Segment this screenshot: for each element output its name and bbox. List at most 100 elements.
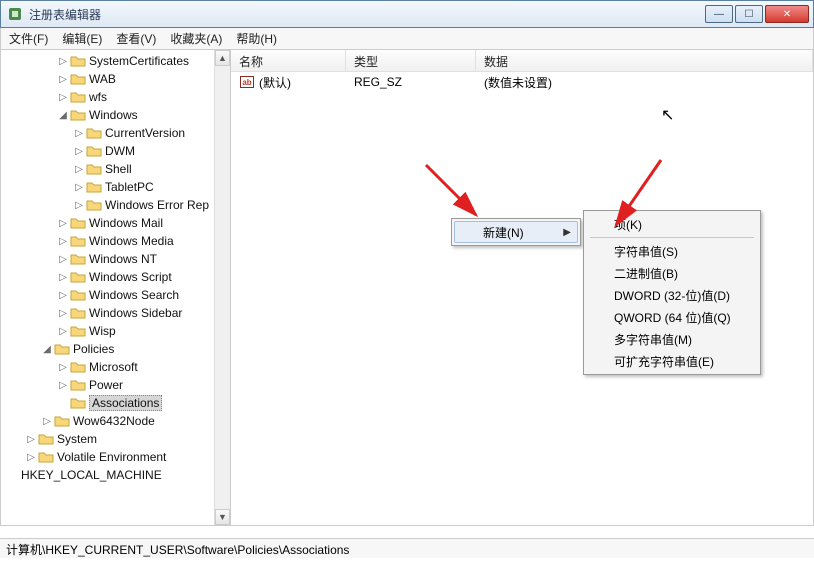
expand-icon[interactable]: ▷: [73, 128, 85, 139]
tree-node[interactable]: HKEY_LOCAL_MACHINE: [3, 466, 230, 484]
menu-item-new[interactable]: 新建(N) ▶: [454, 221, 578, 243]
column-headers: 名称 类型 数据: [231, 50, 813, 72]
tree-node[interactable]: Associations: [3, 394, 230, 412]
string-value-icon: ab: [239, 75, 255, 89]
expand-icon[interactable]: ▷: [57, 272, 69, 283]
tree-node[interactable]: ▷CurrentVersion: [3, 124, 230, 142]
expand-icon[interactable]: ▷: [57, 308, 69, 319]
tree-label: TabletPC: [105, 180, 154, 194]
tree-node[interactable]: ▷Windows Search: [3, 286, 230, 304]
tree-node[interactable]: ▷Windows Error Rep: [3, 196, 230, 214]
folder-icon: [70, 360, 86, 374]
folder-icon: [70, 378, 86, 392]
list-pane: 名称 类型 数据 ab (默认) REG_SZ (数值未设置) 新建(N) ▶ …: [231, 50, 813, 525]
folder-icon: [70, 288, 86, 302]
row-name: (默认): [259, 74, 291, 91]
context-menu: 新建(N) ▶: [451, 218, 581, 246]
menu-item-expand[interactable]: 可扩充字符串值(E): [586, 350, 758, 372]
menu-item-qword[interactable]: QWORD (64 位)值(Q): [586, 306, 758, 328]
menu-file[interactable]: 文件(F): [9, 30, 48, 47]
folder-icon: [54, 414, 70, 428]
submenu-arrow-icon: ▶: [563, 227, 571, 238]
expand-icon[interactable]: ▷: [41, 416, 53, 427]
tree-node[interactable]: ▷ wfs: [3, 88, 230, 106]
tree-node[interactable]: ▷SystemCertificates: [3, 52, 230, 70]
menu-item-string[interactable]: 字符串值(S): [586, 240, 758, 262]
expand-icon[interactable]: ▷: [73, 182, 85, 193]
menu-item-multi[interactable]: 多字符串值(M): [586, 328, 758, 350]
tree-scrollbar[interactable]: ▲ ▼: [214, 50, 230, 525]
menu-item-dword[interactable]: DWORD (32-位)值(D): [586, 284, 758, 306]
list-row[interactable]: ab (默认) REG_SZ (数值未设置): [231, 72, 813, 92]
main-area: ▷SystemCertificates▷WAB▷wfs◢Windows▷Curr…: [0, 50, 814, 526]
minimize-button[interactable]: —: [705, 5, 733, 23]
tree-label: Volatile Environment: [57, 450, 166, 464]
close-button[interactable]: ✕: [765, 5, 809, 23]
folder-icon: [70, 270, 86, 284]
folder-icon: [70, 72, 86, 86]
tree-node[interactable]: ◢ Policies: [3, 340, 230, 358]
tree-node[interactable]: ▷ Volatile Environment: [3, 448, 230, 466]
tree-node[interactable]: ▷Windows Sidebar: [3, 304, 230, 322]
expand-icon[interactable]: ▷: [57, 236, 69, 247]
menu-favorites[interactable]: 收藏夹(A): [170, 30, 222, 47]
tree-node[interactable]: ▷Windows Media: [3, 232, 230, 250]
app-icon: [7, 6, 23, 22]
maximize-button[interactable]: ☐: [735, 5, 763, 23]
col-type[interactable]: 类型: [346, 50, 476, 71]
expand-icon[interactable]: ▷: [57, 56, 69, 67]
menu-item-binary[interactable]: 二进制值(B): [586, 262, 758, 284]
expand-icon[interactable]: ▷: [57, 92, 69, 103]
tree-node[interactable]: ▷Windows Mail: [3, 214, 230, 232]
expand-icon[interactable]: ▷: [25, 434, 37, 445]
col-name[interactable]: 名称: [231, 50, 346, 71]
tree-label: Associations: [89, 395, 162, 411]
folder-icon: [38, 432, 54, 446]
tree-node[interactable]: ▷Wow6432Node: [3, 412, 230, 430]
tree-label: HKEY_LOCAL_MACHINE: [21, 468, 162, 482]
tree-node[interactable]: ▷ TabletPC: [3, 178, 230, 196]
expand-icon[interactable]: ▷: [57, 218, 69, 229]
expand-icon[interactable]: ▷: [57, 254, 69, 265]
expand-icon[interactable]: ▷: [25, 452, 37, 463]
tree-node[interactable]: ▷Shell: [3, 160, 230, 178]
folder-icon: [86, 198, 102, 212]
expand-icon[interactable]: ▷: [57, 290, 69, 301]
tree-label: DWM: [105, 144, 135, 158]
menu-edit[interactable]: 编辑(E): [62, 30, 102, 47]
expand-icon[interactable]: ▷: [57, 326, 69, 337]
tree-label: System: [57, 432, 97, 446]
expand-icon[interactable]: ▷: [57, 74, 69, 85]
collapse-icon[interactable]: ◢: [57, 110, 69, 121]
tree-node[interactable]: ▷Power: [3, 376, 230, 394]
expand-icon[interactable]: ▷: [57, 380, 69, 391]
menu-item-key[interactable]: 项(K): [586, 213, 758, 235]
expand-icon[interactable]: ▷: [73, 164, 85, 175]
tree-node[interactable]: ▷Wisp: [3, 322, 230, 340]
tree-label: Policies: [73, 342, 114, 356]
registry-tree[interactable]: ▷SystemCertificates▷WAB▷wfs◢Windows▷Curr…: [3, 52, 230, 484]
expand-icon[interactable]: ▷: [73, 146, 85, 157]
title-bar: 注册表编辑器 — ☐ ✕: [0, 0, 814, 28]
folder-icon: [38, 450, 54, 464]
row-data: (数值未设置): [476, 74, 813, 91]
scroll-up-button[interactable]: ▲: [215, 50, 230, 66]
tree-node[interactable]: ▷Windows Script: [3, 268, 230, 286]
tree-label: Windows: [89, 108, 138, 122]
collapse-icon[interactable]: ◢: [41, 344, 53, 355]
tree-node[interactable]: ▷Microsoft: [3, 358, 230, 376]
tree-node[interactable]: ◢ Windows: [3, 106, 230, 124]
menu-view[interactable]: 查看(V): [116, 30, 156, 47]
tree-node[interactable]: ▷ System: [3, 430, 230, 448]
col-data[interactable]: 数据: [476, 50, 813, 71]
tree-node[interactable]: ▷Windows NT: [3, 250, 230, 268]
tree-label: wfs: [89, 90, 107, 104]
tree-node[interactable]: ▷ DWM: [3, 142, 230, 160]
scroll-down-button[interactable]: ▼: [215, 509, 230, 525]
tree-node[interactable]: ▷WAB: [3, 70, 230, 88]
row-type: REG_SZ: [346, 75, 476, 89]
folder-icon: [86, 180, 102, 194]
expand-icon[interactable]: ▷: [57, 362, 69, 373]
expand-icon[interactable]: ▷: [73, 200, 85, 211]
menu-help[interactable]: 帮助(H): [236, 30, 277, 47]
